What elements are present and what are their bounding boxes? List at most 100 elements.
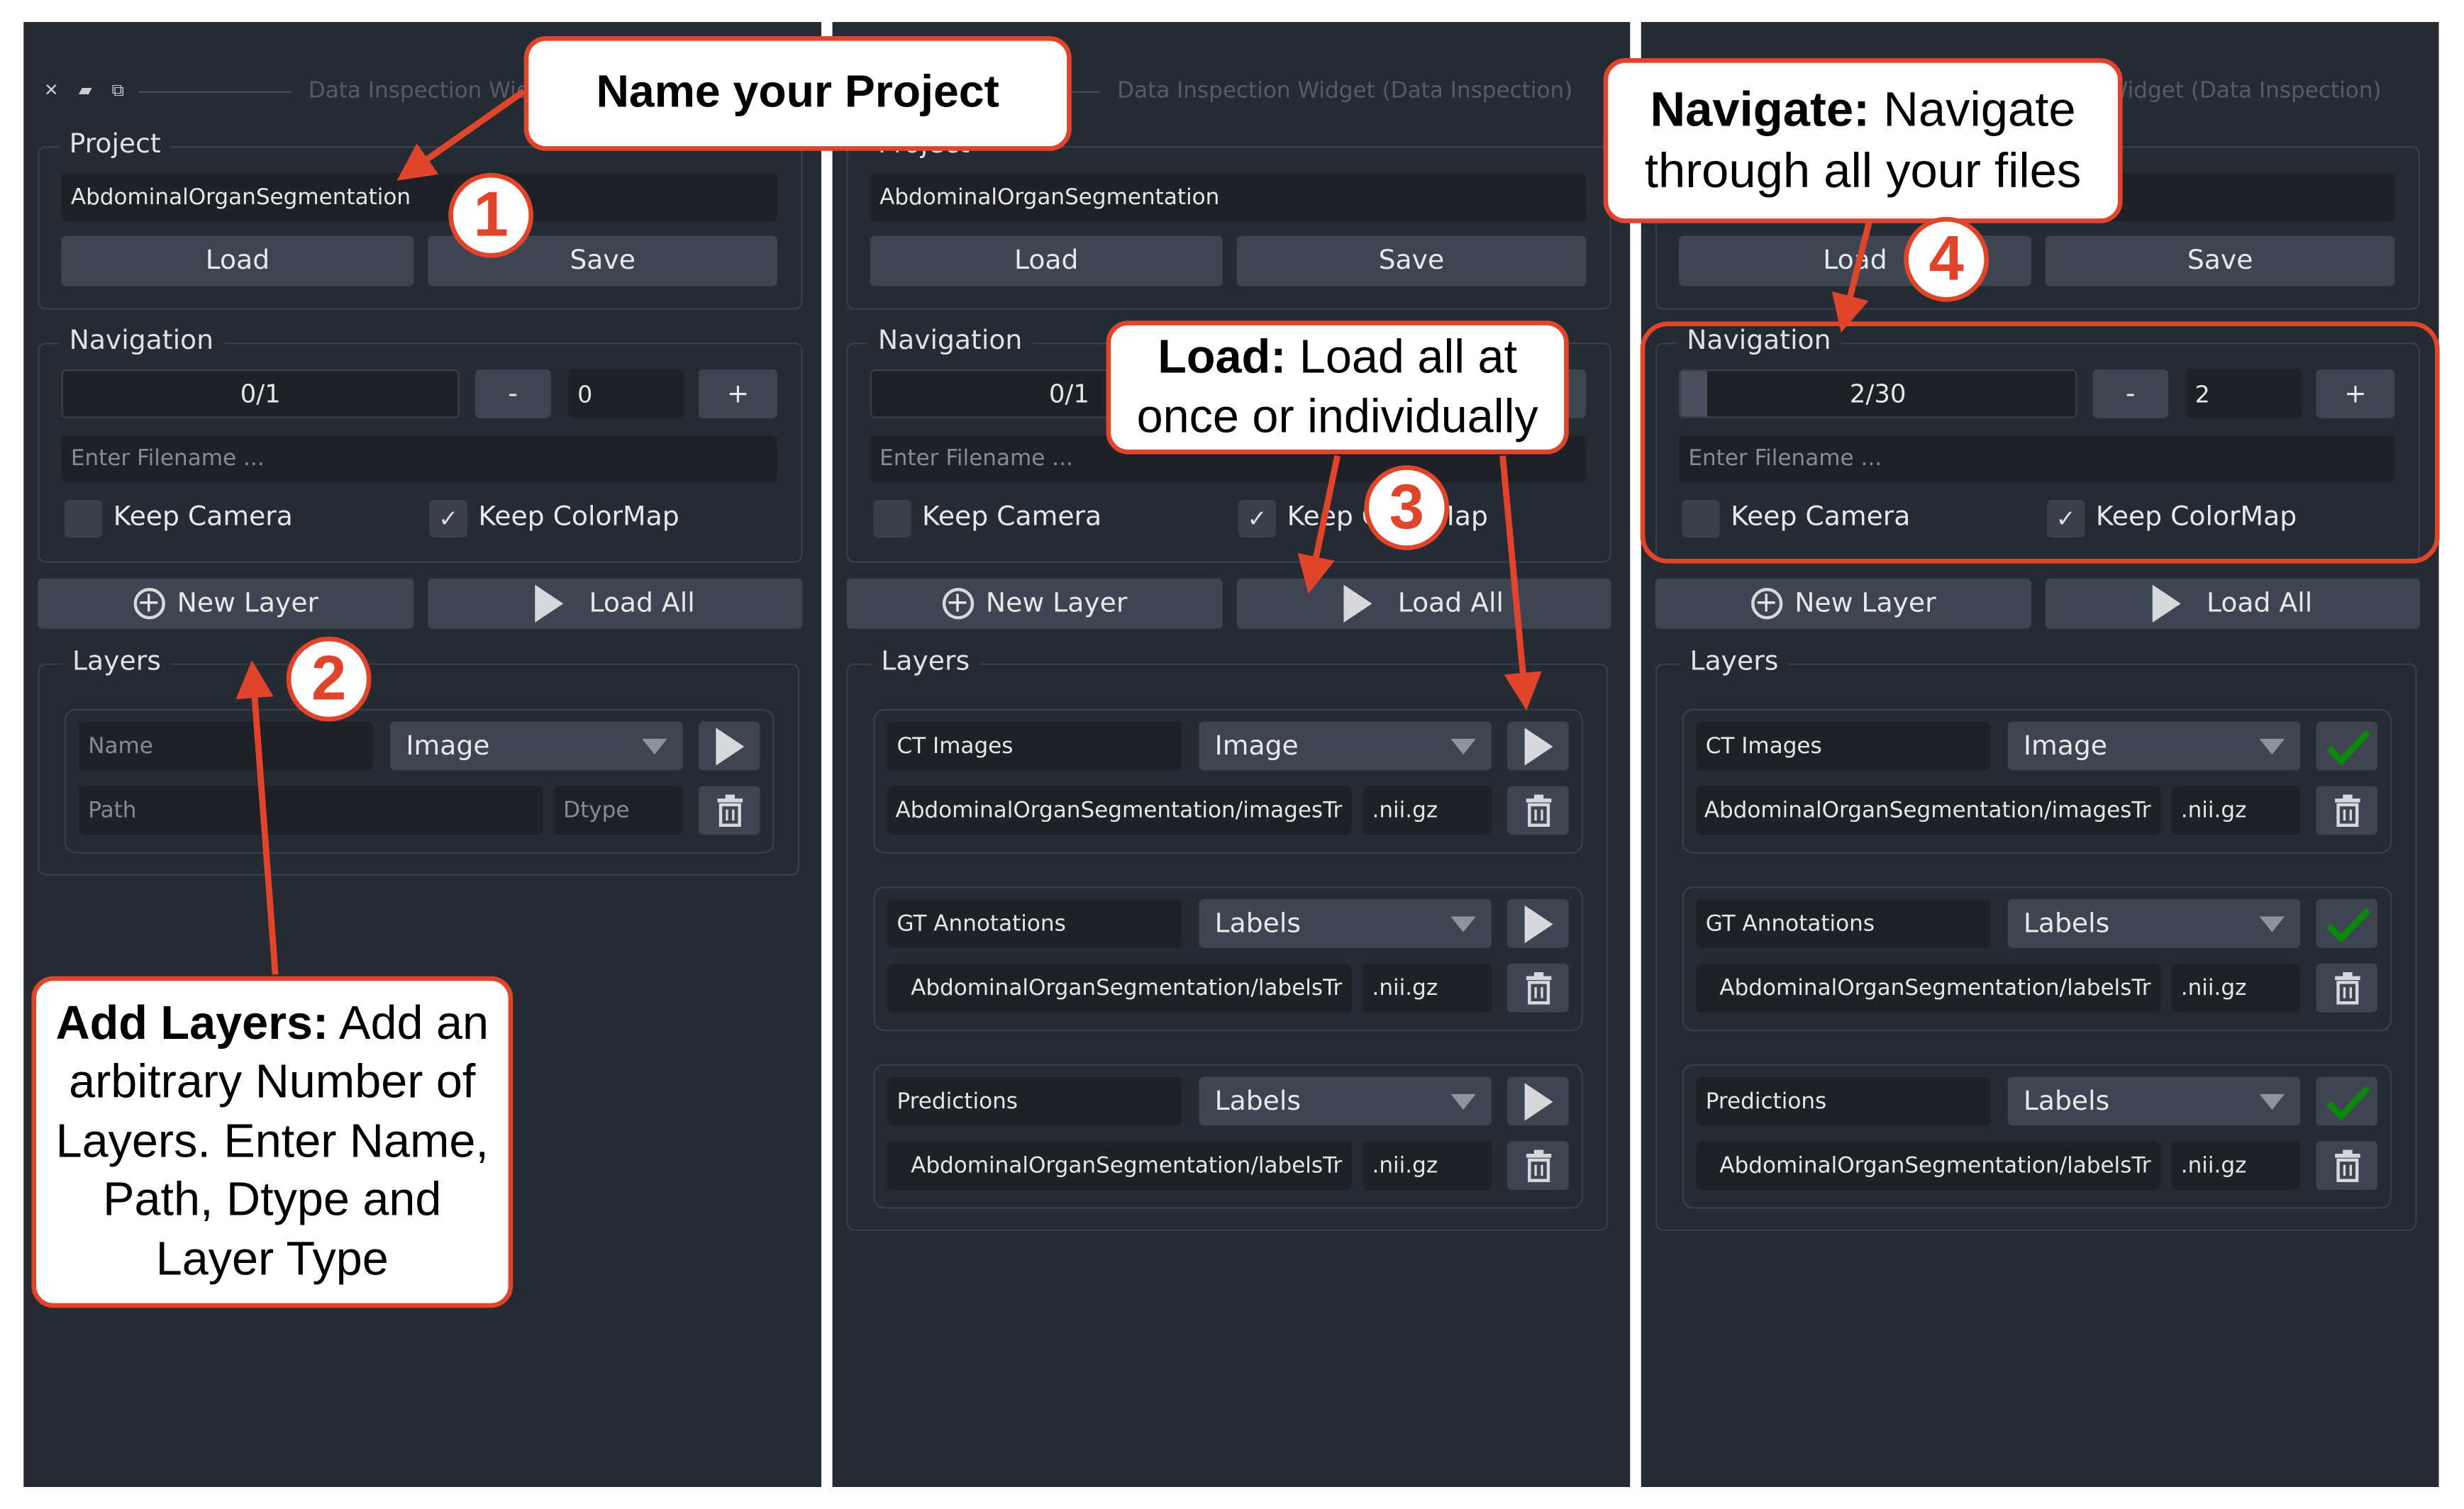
layer-type-select[interactable]: Labels	[1199, 1076, 1492, 1126]
trash-icon	[2333, 1149, 2360, 1181]
keep-camera-checkbox[interactable]	[64, 499, 103, 538]
delete-layer-button[interactable]	[1507, 963, 1569, 1013]
chevron-down-icon	[2259, 916, 2285, 932]
file-progress-bar: 0/1	[61, 369, 460, 418]
layer-dtype-input[interactable]: .nii.gz	[2171, 963, 2301, 1013]
load-all-button[interactable]: Load All	[1236, 578, 1611, 629]
callout-text: once or individually	[1136, 390, 1538, 443]
layer-type-select[interactable]: Image	[1199, 721, 1492, 771]
delete-layer-button[interactable]	[1507, 786, 1569, 835]
chevron-down-icon	[1450, 1093, 1476, 1110]
layer-dtype-input[interactable]: .nii.gz	[1363, 963, 1492, 1013]
load-all-button[interactable]: Load All	[428, 578, 803, 629]
layer-path-value: AbdominalOrganSegmentation/labelsTr	[1719, 1152, 2151, 1179]
layer-dtype-input[interactable]: .nii.gz	[2171, 1141, 2301, 1191]
layer-path-input[interactable]: AbdominalOrganSegmentation/labelsTr	[887, 963, 1352, 1013]
delete-layer-button[interactable]	[2316, 1141, 2378, 1191]
layer-path-input[interactable]: AbdominalOrganSegmentation/labelsTr	[1696, 1141, 2160, 1191]
next-file-button[interactable]: +	[698, 369, 777, 418]
layer-name-value: CT Images	[1705, 733, 1822, 759]
file-progress-bar: 2/30	[1679, 369, 2077, 418]
load-all-button[interactable]: Load All	[2045, 578, 2420, 629]
save-project-button[interactable]: Save	[2045, 235, 2395, 286]
load-layer-button[interactable]	[1507, 898, 1569, 948]
step-badge-2: 2	[286, 636, 372, 722]
play-icon	[1344, 584, 1373, 623]
delete-layer-button[interactable]	[2316, 963, 2378, 1013]
layer-dtype-input[interactable]: .nii.gz	[2171, 786, 2301, 835]
file-index-spinbox[interactable]: 0	[567, 369, 685, 418]
load-project-button[interactable]: Load	[61, 235, 414, 286]
layer-name-input[interactable]: Name	[78, 721, 373, 771]
play-icon	[535, 584, 564, 623]
load-layer-button[interactable]	[1507, 1076, 1569, 1126]
callout-navigate: Navigate: Navigate through all your file…	[1603, 58, 2123, 223]
save-project-button[interactable]: Save	[1236, 235, 1587, 286]
layer-path-input[interactable]: Path	[78, 786, 543, 835]
layer-path-input[interactable]: AbdominalOrganSegmentation/labelsTr	[887, 1141, 1352, 1191]
previous-file-button[interactable]: -	[475, 369, 551, 418]
layer-type-select[interactable]: Image	[390, 721, 683, 771]
layer-path-input[interactable]: AbdominalOrganSegmentation/imagesTr	[887, 786, 1352, 835]
callout-text: Path, Dtype and	[103, 1174, 442, 1227]
layer-name-input[interactable]: Predictions	[887, 1076, 1182, 1126]
file-index-spinbox[interactable]: 2	[2185, 369, 2302, 418]
layer-card: CT Images Image AbdominalOrganSegmentation…	[1682, 708, 2392, 854]
layer-dtype-input[interactable]: .nii.gz	[1363, 786, 1492, 835]
layer-name-input[interactable]: CT Images	[887, 721, 1182, 771]
float-icon[interactable]: ▰	[79, 80, 92, 101]
layer-name-input[interactable]: Predictions	[1696, 1076, 1991, 1126]
load-layer-button[interactable]	[2316, 721, 2378, 771]
progress-text: 0/1	[240, 379, 281, 409]
new-layer-button[interactable]: + New Layer	[1655, 578, 2031, 629]
progress-text: 0/1	[1048, 379, 1089, 409]
filename-input[interactable]: Enter Filename ...	[1679, 435, 2395, 483]
layer-name-value: Predictions	[1705, 1088, 1827, 1114]
keep-colormap-checkbox[interactable]: ✓	[429, 499, 467, 538]
new-layer-button[interactable]: + New Layer	[846, 578, 1223, 629]
load-all-label: Load All	[589, 588, 695, 620]
layer-type-select[interactable]: Image	[2007, 721, 2301, 771]
layer-path-input[interactable]: AbdominalOrganSegmentation/imagesTr	[1696, 786, 2160, 835]
layer-dtype-input[interactable]: Dtype	[553, 786, 683, 835]
load-project-button[interactable]: Load	[870, 235, 1223, 286]
layer-type-value: Labels	[1214, 1085, 1301, 1117]
layer-name-input[interactable]: CT Images	[1696, 721, 1991, 771]
layer-card: Name Image Path Dtype	[64, 708, 775, 854]
layer-type-select[interactable]: Labels	[2007, 1076, 2301, 1126]
layer-path-input[interactable]: AbdominalOrganSegmentation/labelsTr	[1696, 963, 2160, 1013]
keep-colormap-checkbox[interactable]: ✓	[2047, 499, 2085, 538]
layer-dtype-input[interactable]: .nii.gz	[1363, 1141, 1492, 1191]
delete-layer-button[interactable]	[698, 786, 760, 835]
layers-group-label: Layers	[1680, 646, 1788, 678]
new-layer-button[interactable]: + New Layer	[38, 578, 414, 629]
navigation-group-label: Navigation	[868, 325, 1032, 357]
delete-layer-button[interactable]	[2316, 786, 2378, 835]
layer-name-input[interactable]: GT Annotations	[887, 898, 1182, 948]
keep-camera-checkbox[interactable]	[1682, 499, 1720, 538]
layer-type-select[interactable]: Labels	[1199, 898, 1492, 948]
keep-camera-checkbox[interactable]	[873, 499, 911, 538]
project-name-input[interactable]: AbdominalOrganSegmentation	[870, 172, 1587, 222]
layer-type-value: Labels	[2023, 908, 2110, 940]
close-icon[interactable]: ✕	[44, 80, 58, 101]
next-file-button[interactable]: +	[2316, 369, 2395, 418]
callout-name-project: Name your Project	[523, 35, 1072, 151]
keep-colormap-checkbox[interactable]: ✓	[1238, 499, 1277, 538]
keep-camera-label: Keep Camera	[113, 501, 293, 533]
filename-input[interactable]: Enter Filename ...	[61, 435, 777, 483]
previous-file-button[interactable]: -	[2092, 369, 2168, 418]
load-layer-button[interactable]	[2316, 898, 2378, 948]
keep-colormap-label: Keep ColorMap	[478, 501, 679, 533]
project-name-input[interactable]: AbdominalOrganSegmentation	[61, 172, 777, 222]
layer-type-select[interactable]: Labels	[2007, 898, 2301, 948]
layer-name-input[interactable]: GT Annotations	[1696, 898, 1991, 948]
load-layer-button[interactable]	[1507, 721, 1569, 771]
trash-icon	[1525, 1149, 1551, 1181]
undock-icon[interactable]: ⧉	[112, 80, 124, 102]
load-layer-button[interactable]	[2316, 1076, 2378, 1126]
delete-layer-button[interactable]	[1507, 1141, 1569, 1191]
layer-path-value: AbdominalOrganSegmentation/labelsTr	[911, 975, 1343, 1001]
layer-name-value: CT Images	[897, 733, 1014, 759]
load-layer-button[interactable]	[698, 721, 760, 771]
